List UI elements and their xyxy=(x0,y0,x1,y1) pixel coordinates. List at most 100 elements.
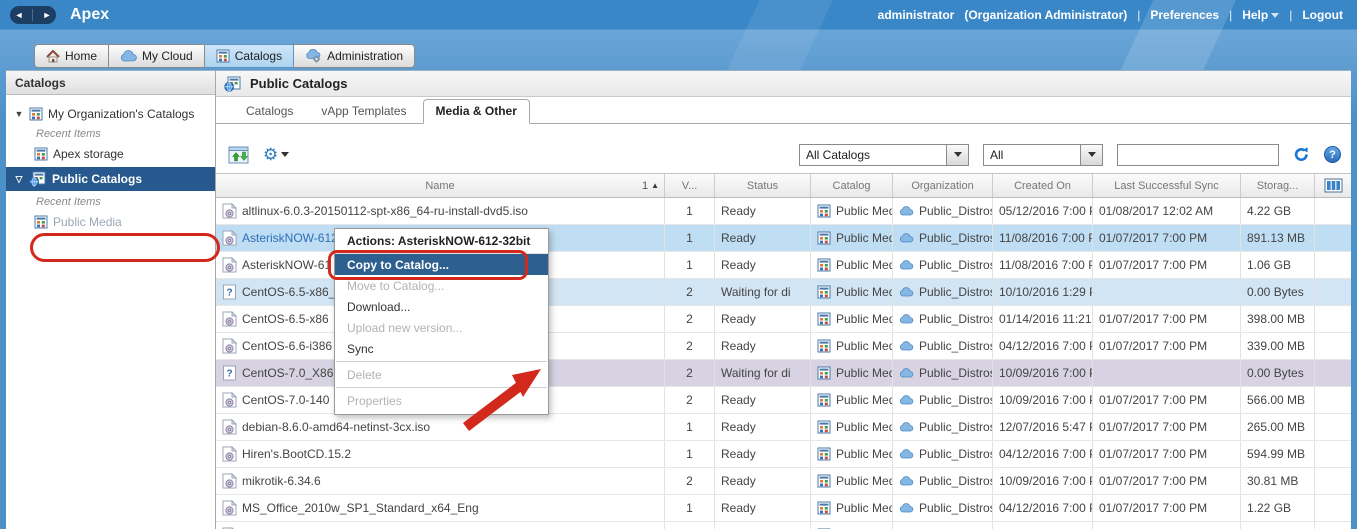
column-header-stor[interactable]: Storag... xyxy=(1241,174,1315,197)
nav-tab-administration[interactable]: Administration xyxy=(294,44,415,68)
catalog-icon xyxy=(34,215,48,229)
cell-name xyxy=(216,522,665,529)
upload-media-button[interactable] xyxy=(228,146,249,164)
catalog-icon xyxy=(817,420,831,434)
catalog-filter-select[interactable]: All Catalogs xyxy=(799,144,969,166)
media-name: MS_Office_2010w_SP1_Standard_x64_Eng xyxy=(242,501,479,515)
cell-last-sync: 01/07/2017 7:00 PM xyxy=(1093,441,1241,467)
column-header-sync[interactable]: Last Successful Sync xyxy=(1093,174,1241,197)
type-filter-value: All xyxy=(984,148,1080,162)
cell-created-on: 10/09/2016 7:00 P xyxy=(993,360,1093,386)
cloud-icon xyxy=(899,233,914,243)
cell-name: mikrotik-6.34.6 xyxy=(216,468,665,494)
back-icon[interactable]: ◄ xyxy=(15,6,24,24)
column-header-name[interactable]: Name1▲ xyxy=(216,174,665,197)
cell-version: 1 xyxy=(665,198,715,224)
actions-gear-button[interactable]: ⚙ xyxy=(263,146,289,163)
nav-tab-my-cloud[interactable]: My Cloud xyxy=(109,44,205,68)
tree-item-my-organization-s-catalogs[interactable]: ▼My Organization's Catalogs xyxy=(6,103,215,125)
cell-organization: Public_Distros xyxy=(893,279,993,305)
twisty-icon[interactable]: ▼ xyxy=(14,109,24,119)
catalog-icon xyxy=(817,231,831,245)
tree-item-public-catalogs[interactable]: ▽ Public Catalogs xyxy=(6,167,215,191)
table-row[interactable]: mikrotik-6.34.62ReadyPublic MedPublic_Di… xyxy=(216,468,1351,495)
unknown-file-icon: ? xyxy=(222,365,237,381)
cell-created-on: 10/09/2016 7:00 P xyxy=(993,468,1093,494)
content-frame: Catalogs ▼My Organization's CatalogsRece… xyxy=(6,70,1351,529)
column-header-cat[interactable]: Catalog xyxy=(811,174,893,197)
sidebar: Catalogs ▼My Organization's CatalogsRece… xyxy=(6,71,216,529)
nav-tab-catalogs[interactable]: Catalogs xyxy=(205,44,294,68)
forward-icon[interactable]: ► xyxy=(43,6,52,24)
table-row[interactable]: altlinux-6.0.3-20150112-spt-x86_64-ru-in… xyxy=(216,198,1351,225)
sub-tabs: CatalogsvApp TemplatesMedia & Other xyxy=(216,97,1351,124)
cell-name: debian-8.6.0-amd64-netinst-3cx.iso xyxy=(216,414,665,440)
cell-spacer xyxy=(1315,333,1351,359)
tab-catalogs[interactable]: Catalogs xyxy=(234,100,305,123)
topbar-link-preferences[interactable]: Preferences xyxy=(1150,8,1219,22)
table-row[interactable]: MS_Office_2010w_SP1_Standard_x64_Eng1Rea… xyxy=(216,495,1351,522)
tab-media-other[interactable]: Media & Other xyxy=(423,99,530,124)
column-picker-button[interactable] xyxy=(1315,174,1351,197)
cell-storage: 1.06 GB xyxy=(1241,252,1315,278)
menu-item-sync[interactable]: Sync xyxy=(335,338,548,359)
type-filter-select[interactable]: All xyxy=(983,144,1103,166)
cell-organization: Public_Distros xyxy=(893,306,993,332)
cell-storage: 594.99 MB xyxy=(1241,441,1315,467)
twisty-icon[interactable]: ▽ xyxy=(14,174,24,185)
search-input[interactable] xyxy=(1117,144,1279,166)
cell-status: Ready xyxy=(715,441,811,467)
cloud-icon xyxy=(899,341,914,351)
menu-separator xyxy=(336,361,547,362)
cell-storage: 265.00 MB xyxy=(1241,414,1315,440)
cell-spacer xyxy=(1315,468,1351,494)
column-header-status[interactable]: Status xyxy=(715,174,811,197)
cell-last-sync: 01/07/2017 7:00 PM xyxy=(1093,306,1241,332)
cell-version: 1 xyxy=(665,495,715,521)
table-row[interactable]: debian-8.6.0-amd64-netinst-3cx.iso1Ready… xyxy=(216,414,1351,441)
cell-version: 2 xyxy=(665,333,715,359)
cell-catalog: Public Med xyxy=(811,252,893,278)
tab-vapp-templates[interactable]: vApp Templates xyxy=(309,100,418,123)
column-header-label: Organization xyxy=(911,180,973,192)
cell-storage: 0.00 Bytes xyxy=(1241,360,1315,386)
org-name: Public_Distros xyxy=(919,231,993,245)
media-disc-icon xyxy=(222,419,237,435)
cell-last-sync: 01/07/2017 7:00 PM xyxy=(1093,468,1241,494)
column-header-created[interactable]: Created On xyxy=(993,174,1093,197)
menu-item-download[interactable]: Download... xyxy=(335,296,548,317)
catalog-name: Public Med xyxy=(836,447,893,461)
tree-item-label: Public Catalogs xyxy=(52,172,142,186)
cell-catalog: Public Med xyxy=(811,414,893,440)
column-header-org[interactable]: Organization xyxy=(893,174,993,197)
nav-tab-home[interactable]: Home xyxy=(34,44,109,68)
table-row[interactable]: Hiren's.BootCD.15.21Ready Public Med Publi… xyxy=(216,441,1351,468)
panel-title: Public Catalogs xyxy=(250,76,348,91)
cell-organization: Public_Distros xyxy=(893,360,993,386)
tree-item-apex-storage[interactable]: Apex storage xyxy=(6,143,215,165)
org-name: Public_Distros xyxy=(919,447,993,461)
cell-created-on xyxy=(993,522,1093,529)
cell-organization: Public_Distros xyxy=(893,333,993,359)
column-header-ver[interactable]: V... xyxy=(665,174,715,197)
cell-version: 1 xyxy=(665,252,715,278)
cell-version: 1 xyxy=(665,441,715,467)
topbar-link-help[interactable]: Help xyxy=(1242,8,1279,22)
cell-name: Hiren's.BootCD.15.2 xyxy=(216,441,665,467)
refresh-icon[interactable] xyxy=(1293,146,1310,163)
column-header-label: Storag... xyxy=(1257,180,1299,192)
media-disc-icon xyxy=(222,257,237,273)
catalog-globe-icon xyxy=(29,171,47,187)
menu-item-copy-to-catalog[interactable]: Copy to Catalog... xyxy=(335,254,548,275)
table-row[interactable] xyxy=(216,522,1351,529)
cell-storage: 30.81 MB xyxy=(1241,468,1315,494)
cell-name: altlinux-6.0.3-20150112-spt-x86_64-ru-in… xyxy=(216,198,665,224)
tree-item-public-media[interactable]: Public Media xyxy=(6,211,215,233)
topbar-links: |Preferences|Help|Logout xyxy=(1137,8,1343,22)
catalog-globe-icon xyxy=(224,76,242,92)
column-picker-icon xyxy=(1324,178,1343,193)
admin-icon xyxy=(305,49,322,63)
cell-last-sync: 01/07/2017 7:00 PM xyxy=(1093,252,1241,278)
help-icon[interactable]: ? xyxy=(1324,146,1341,163)
topbar-link-logout[interactable]: Logout xyxy=(1302,8,1343,22)
